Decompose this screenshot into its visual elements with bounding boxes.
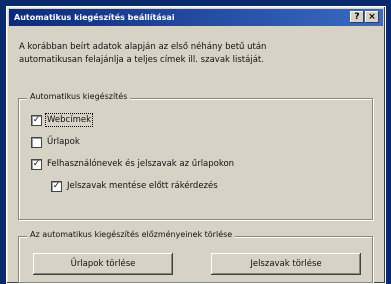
clear-passwords-button[interactable]: Jelszavak törlése [211,253,361,275]
title-bar: Automatikus kiegészítés beállításai ? × [9,9,383,26]
web-addresses-label[interactable]: Webcímek [45,113,93,127]
checkmark-icon: ✓ [32,115,41,125]
close-icon: × [368,12,376,22]
checkmark-icon: ✓ [32,159,41,169]
web-addresses-checkbox[interactable]: ✓ [31,115,42,126]
autocomplete-group-legend: Automatikus kiegészítés [27,92,131,101]
clear-history-group: Az automatikus kiegészítés előzményeinek… [18,230,373,283]
dialog-description: A korábban beírt adatok alapján az első … [19,41,371,67]
help-icon: ? [354,12,360,22]
clear-history-group-legend: Az automatikus kiegészítés előzményeinek… [27,230,236,239]
usernames-passwords-checkbox[interactable]: ✓ [31,159,42,170]
usernames-passwords-label[interactable]: Felhasználónevek és jelszavak az űrlapok… [47,159,234,169]
clear-forms-button[interactable]: Űrlapok törlése [33,253,173,275]
close-button[interactable]: × [365,11,379,23]
prompt-before-saving-checkbox[interactable]: ✓ [51,181,62,192]
forms-checkbox[interactable] [31,137,42,148]
dialog-title: Automatikus kiegészítés beállításai [14,13,175,22]
autocomplete-group: Automatikus kiegészítés ✓ Webcímek Űrlap… [18,92,373,220]
forms-label[interactable]: Űrlapok [47,137,80,147]
description-line-1: A korábban beírt adatok alapján az első … [19,42,267,52]
prompt-before-saving-label[interactable]: Jelszavak mentése előtt rákérdezés [67,181,218,191]
autocomplete-settings-dialog: Automatikus kiegészítés beállításai ? × … [6,6,386,284]
help-button[interactable]: ? [350,11,364,23]
checkmark-icon: ✓ [52,181,61,191]
description-line-2: automatikusan felajánlja a teljes címek … [19,55,264,65]
